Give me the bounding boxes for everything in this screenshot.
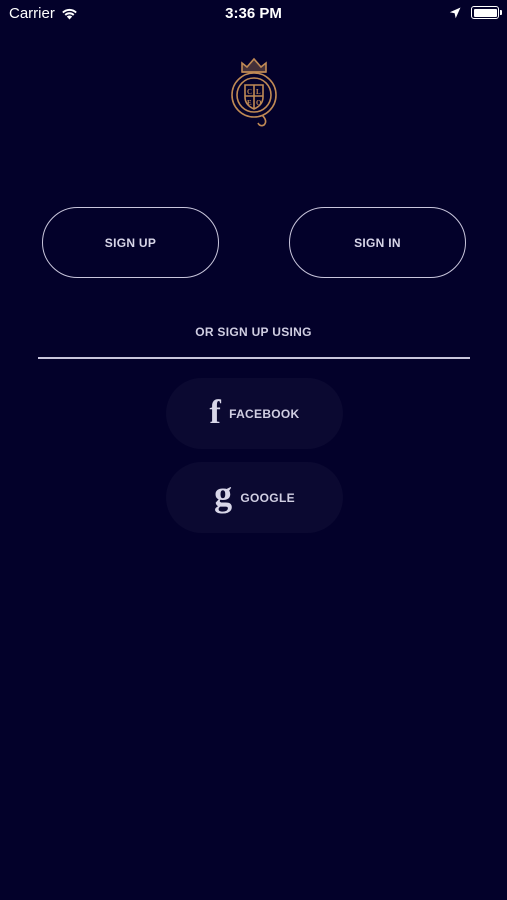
svg-text:L: L	[256, 88, 261, 96]
svg-text:E: E	[247, 99, 252, 107]
sign-in-button[interactable]: SIGN IN	[289, 207, 466, 278]
status-time: 3:36 PM	[225, 5, 282, 22]
facebook-icon: f	[209, 393, 222, 431]
svg-text:O: O	[256, 99, 262, 107]
or-sign-up-using-label: OR SIGN UP USING	[195, 325, 312, 339]
divider	[38, 357, 470, 359]
status-bar: Carrier 3:36 PM	[0, 0, 507, 28]
google-icon: g	[214, 473, 233, 514]
sign-up-button[interactable]: SIGN UP	[42, 207, 219, 278]
facebook-button[interactable]: f FACEBOOK	[166, 378, 343, 449]
battery-fill	[473, 8, 497, 17]
status-right	[449, 6, 502, 19]
location-arrow-icon	[449, 7, 461, 18]
google-label: GOOGLE	[240, 490, 295, 505]
svg-text:C: C	[247, 88, 252, 96]
battery-icon	[471, 6, 502, 19]
google-button[interactable]: g GOOGLE	[166, 462, 343, 533]
crest-logo-icon: C L E O	[231, 57, 277, 127]
facebook-label: FACEBOOK	[229, 406, 300, 421]
